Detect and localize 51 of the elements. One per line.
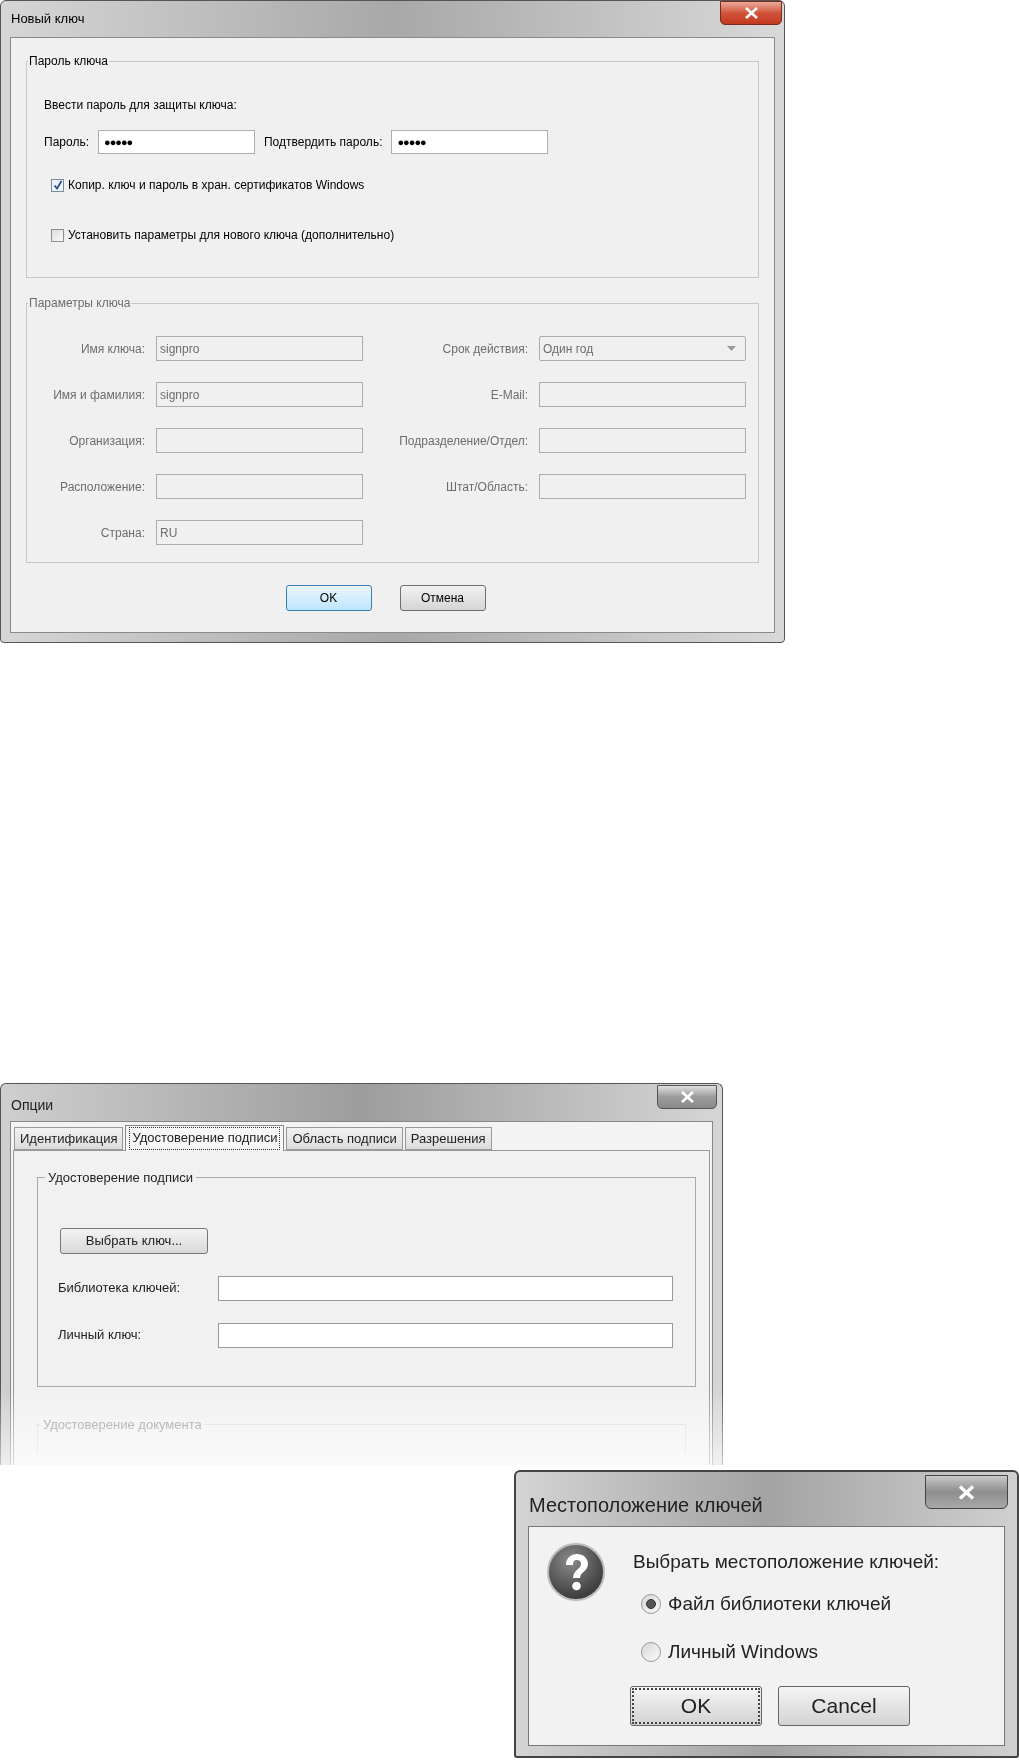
field-label: Имя ключа:	[79, 340, 145, 358]
close-icon	[680, 1091, 694, 1103]
group-title: Параметры ключа	[28, 295, 132, 312]
field-label: E-Mail:	[489, 386, 528, 404]
field-label: Личный ключ:	[58, 1326, 143, 1345]
field-label: Пароль:	[44, 134, 89, 151]
group-title: Пароль ключа	[28, 53, 110, 70]
password-field[interactable]: ●●●●●	[391, 130, 549, 154]
field-label: Срок действия:	[441, 340, 528, 358]
field-label: Подтвердить пароль:	[264, 134, 383, 151]
dialog-button[interactable]: Отмена	[399, 585, 486, 611]
radio-button[interactable]	[641, 1593, 661, 1614]
field-label: Расположение:	[59, 478, 145, 496]
input-field[interactable]	[218, 1322, 673, 1348]
radio-button[interactable]	[641, 1642, 661, 1663]
group-title: Удостоверение подписи	[47, 1169, 194, 1187]
checkbox-label[interactable]: Установить параметры для нового ключа (дополнительно)	[68, 226, 395, 244]
checkbox[interactable]	[51, 178, 64, 192]
checkbox-label[interactable]: Копир. ключ и пароль в хран. сертификатов Windows	[68, 176, 365, 194]
field-label: Имя и фамилия:	[52, 386, 145, 404]
choose-key-button[interactable]: Выбрать ключ...	[60, 1227, 208, 1254]
prompt-text: Ввести пароль для защиты ключа:	[44, 97, 238, 114]
window-title: Новый ключ	[10, 10, 85, 29]
checkbox[interactable]	[51, 228, 64, 242]
radio-label[interactable]: Личный Windows	[668, 1638, 819, 1667]
input-field[interactable]	[218, 1275, 673, 1301]
window-title: Опции	[10, 1096, 54, 1115]
tab[interactable]: Удостоверение подписи	[125, 1125, 285, 1151]
tab[interactable]: Область подписи	[286, 1127, 403, 1150]
field-label: Страна:	[99, 524, 145, 542]
close-button[interactable]	[925, 1475, 1008, 1509]
field-label: Штат/Область:	[444, 478, 528, 496]
close-button[interactable]	[720, 1, 782, 25]
tab[interactable]: Разрешения	[404, 1127, 492, 1150]
prompt-text: Выбрать местоположение ключей:	[633, 1550, 940, 1574]
field-label: Библиотека ключей:	[58, 1279, 182, 1298]
group-title: Удостоверение документа	[42, 1416, 203, 1434]
tab[interactable]: Идентификация	[14, 1127, 124, 1150]
field-label: Организация:	[68, 432, 145, 450]
dialog-button[interactable]: OK	[630, 1685, 762, 1726]
dialog-button[interactable]: OK	[285, 585, 372, 611]
close-icon	[958, 1484, 975, 1500]
radio-label[interactable]: Файл библиотеки ключей	[668, 1589, 892, 1618]
window-title: Местоположение ключей	[528, 1493, 763, 1518]
field-label: Подразделение/Отдел:	[398, 432, 528, 450]
close-icon	[744, 7, 758, 19]
close-button[interactable]	[657, 1085, 717, 1109]
password-field[interactable]: ●●●●●	[98, 130, 255, 154]
dialog-button[interactable]: Cancel	[778, 1685, 910, 1726]
dropdown-arrow-icon	[727, 346, 736, 351]
question-icon	[546, 1542, 606, 1602]
